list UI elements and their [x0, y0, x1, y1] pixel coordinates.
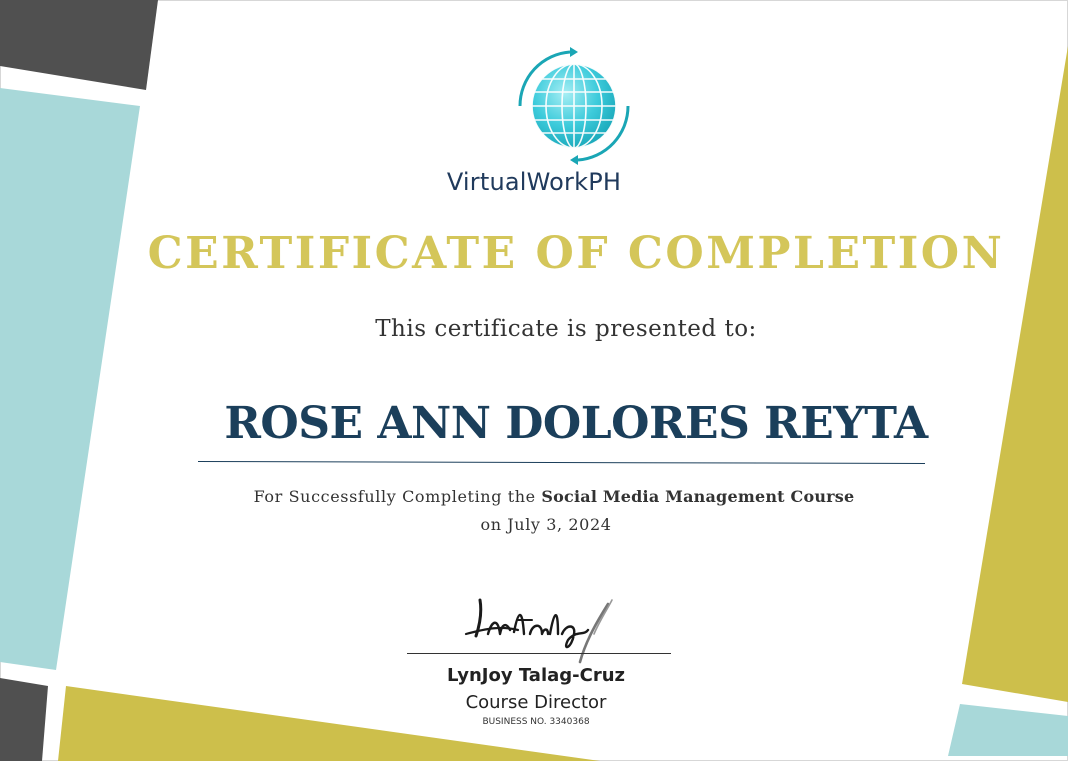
- globe-arrows-icon: [518, 47, 630, 165]
- handwritten-signature: [464, 598, 613, 664]
- name-underline: [198, 461, 925, 464]
- description-prefix: For Successfully Completing the: [253, 487, 542, 506]
- recipient-name: ROSE ANN DOLORES REYTA: [224, 398, 928, 449]
- completion-description: For Successfully Completing the Social M…: [0, 487, 1068, 506]
- signatory-role: Course Director: [465, 692, 607, 713]
- course-name: Social Media Management Course: [541, 487, 855, 506]
- signatory-name: LynJoy Talag-Cruz: [446, 665, 625, 686]
- completion-date: on July 3, 2024: [480, 515, 612, 534]
- signature-line: [407, 653, 671, 654]
- brand-name: VirtualWorkPH: [446, 168, 622, 196]
- certificate-title: CERTIFICATE OF COMPLETION: [147, 228, 1005, 279]
- presented-to-text: This certificate is presented to:: [375, 316, 757, 342]
- top-left-dark-panel: [0, 0, 158, 90]
- business-number: BUSINESS NO. 3340368: [482, 717, 590, 727]
- right-olive-panel: [962, 46, 1068, 702]
